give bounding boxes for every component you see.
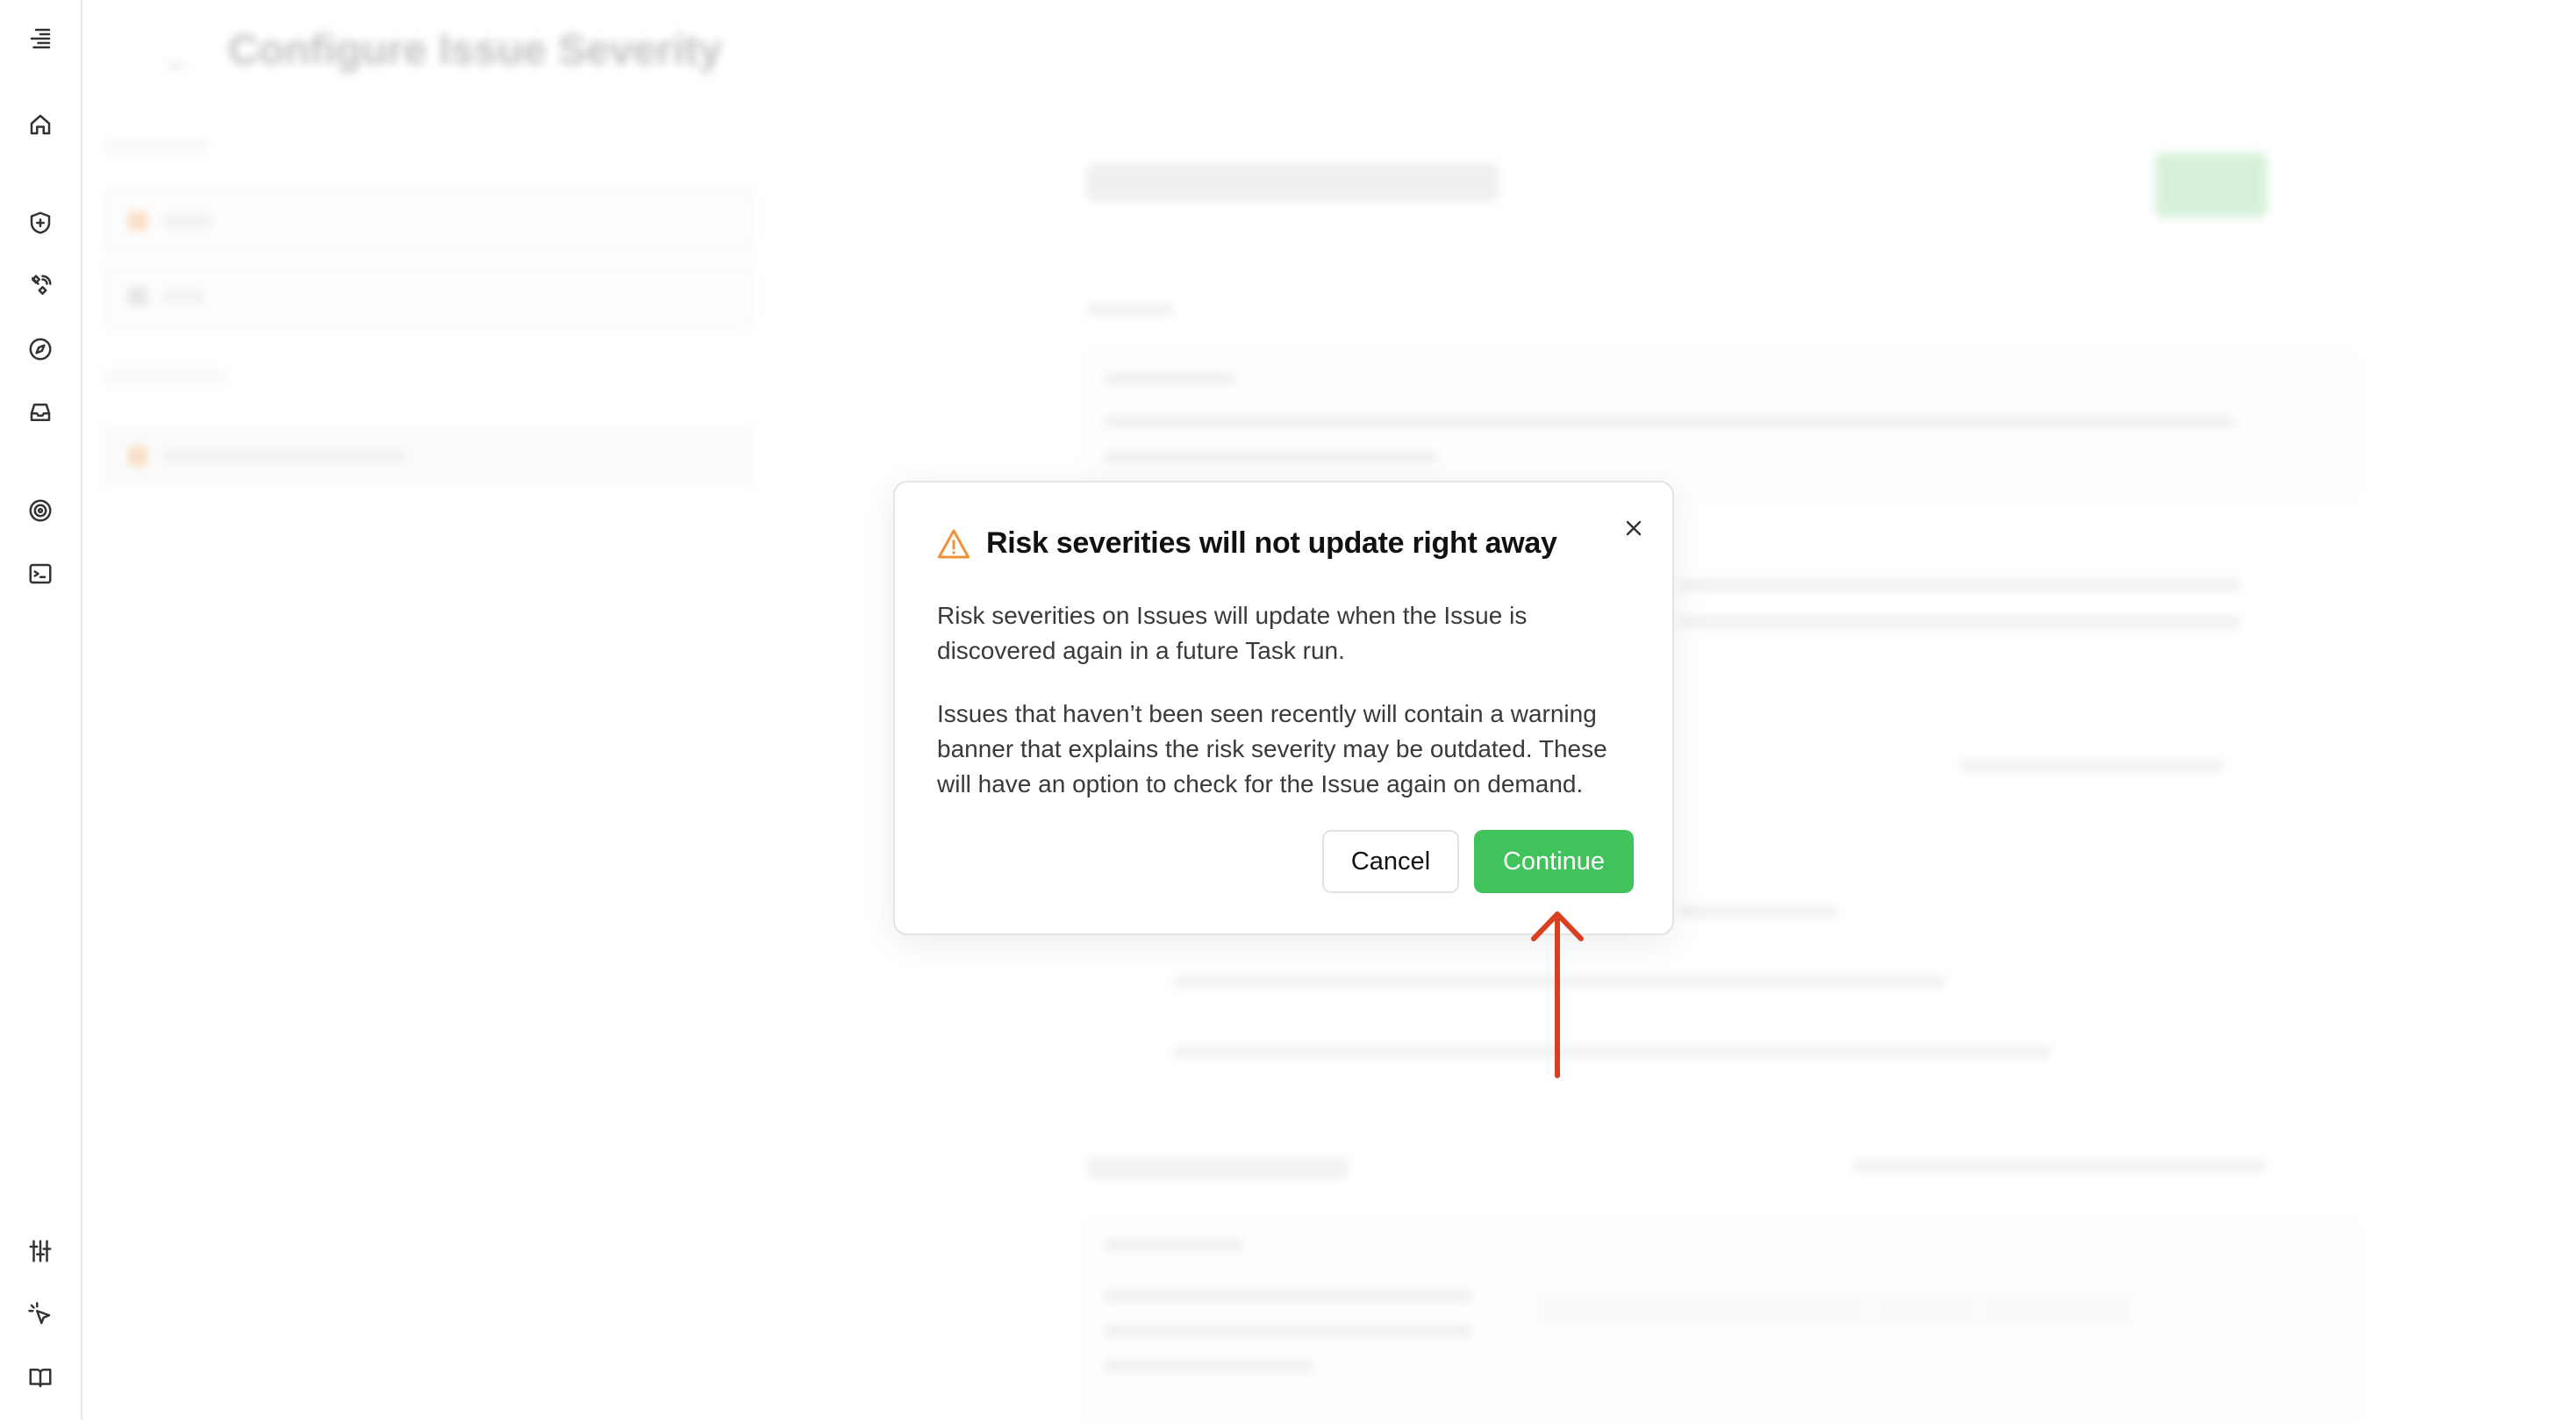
terminal-icon[interactable] xyxy=(23,556,58,591)
book-icon[interactable] xyxy=(23,1360,58,1395)
home-icon[interactable] xyxy=(23,107,58,142)
close-icon xyxy=(1626,520,1642,536)
compass-icon[interactable] xyxy=(23,332,58,367)
target-icon[interactable] xyxy=(23,493,58,528)
shield-icon[interactable] xyxy=(23,205,58,240)
close-button[interactable] xyxy=(1616,511,1651,546)
dialog-paragraph-2: Issues that haven’t been seen recently w… xyxy=(937,700,1607,797)
confirm-dialog: Risk severities will not update right aw… xyxy=(893,481,1674,935)
satellite-icon[interactable] xyxy=(23,268,58,304)
dialog-paragraph-1: Risk severities on Issues will update wh… xyxy=(937,602,1528,664)
warning-icon xyxy=(937,529,970,559)
sliders-icon[interactable] xyxy=(23,1234,58,1269)
logo-icon[interactable] xyxy=(23,21,58,56)
cursor-click-icon[interactable] xyxy=(23,1297,58,1332)
dialog-title: Risk severities will not update right aw… xyxy=(986,526,1557,560)
inbox-icon[interactable] xyxy=(23,395,58,430)
left-nav-rail xyxy=(0,0,82,1419)
cancel-button[interactable]: Cancel xyxy=(1322,830,1459,893)
continue-button[interactable]: Continue xyxy=(1474,830,1634,893)
annotation-arrow-icon xyxy=(1531,912,1584,1078)
